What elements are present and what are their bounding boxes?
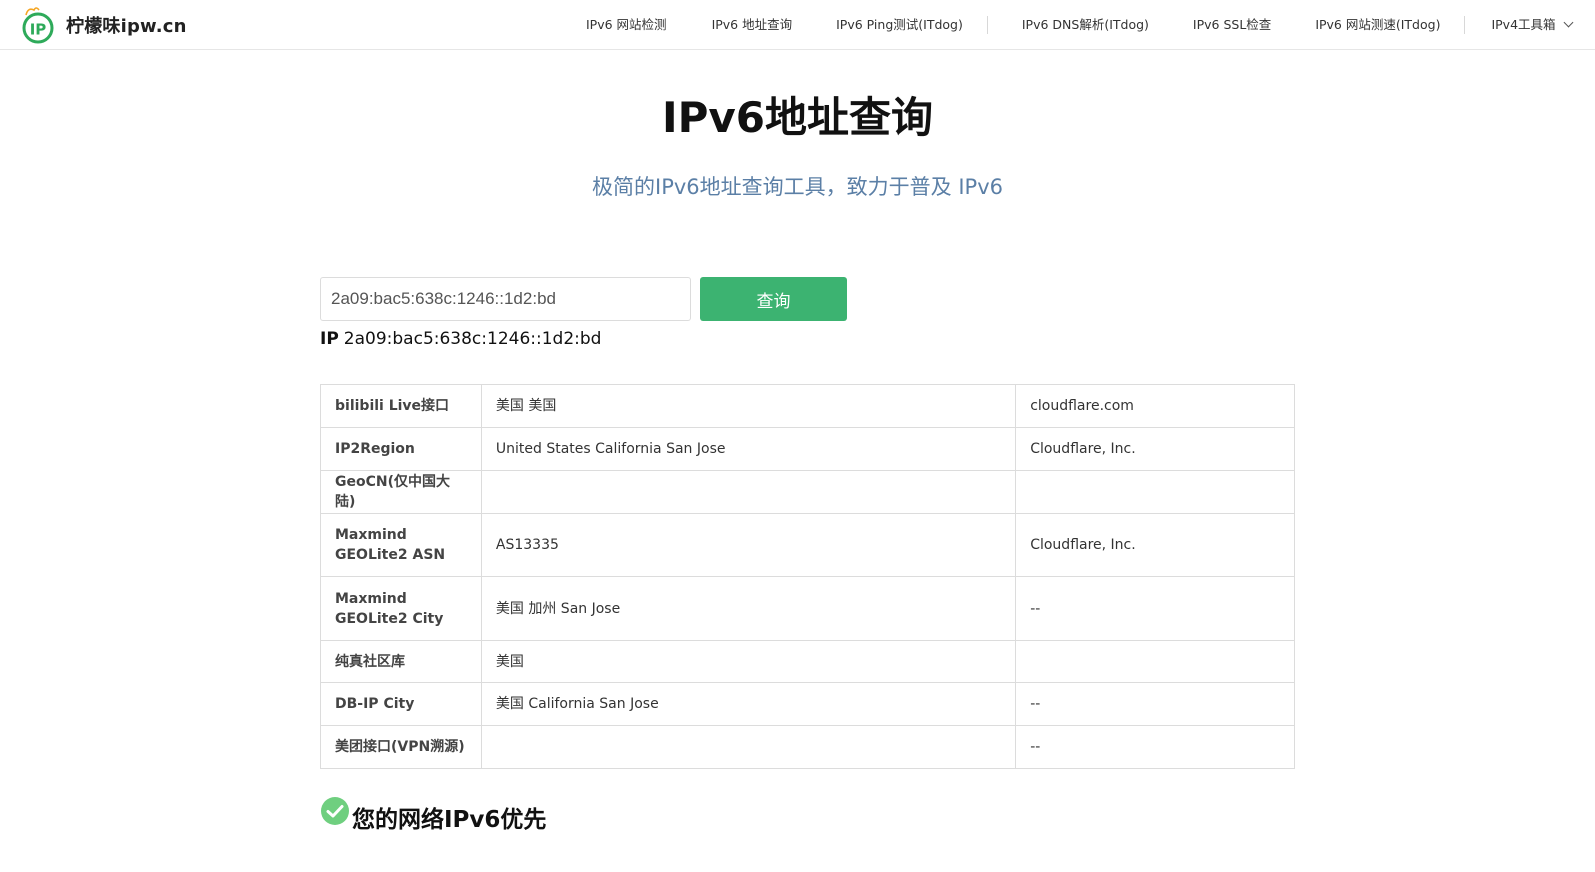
source-cell: GeoCN(仅中国大陆) <box>320 470 482 514</box>
source-cell: 纯真社区库 <box>320 640 482 683</box>
org-cell: Cloudflare, Inc. <box>1015 513 1295 577</box>
table-row: DB-IP City 美国 California San Jose -- <box>320 682 1295 726</box>
chevron-down-icon <box>1563 17 1573 28</box>
location-cell: 美国 加州 San Jose <box>480 576 1017 641</box>
nav-ipv6-ssl-check[interactable]: IPv6 SSL检查 <box>1193 0 1271 50</box>
source-cell: Maxmind GEOLite2 City <box>320 576 482 641</box>
top-navbar: IP 柠檬味ipw.cn IPv6 网站检测 IPv6 地址查询 IPv6 Pi… <box>0 0 1595 50</box>
nav-ipv6-dns-resolve[interactable]: IPv6 DNS解析(ITdog) <box>1022 0 1149 50</box>
org-cell: Cloudflare, Inc. <box>1015 427 1295 471</box>
geo-results-table: bilibili Live接口 美国 美国 cloudflare.com IP2… <box>320 384 1295 769</box>
ipv6-priority-status: 您的网络IPv6优先 <box>320 795 546 834</box>
location-cell: 美国 美国 <box>480 384 1017 428</box>
nav-divider <box>986 16 988 34</box>
page-title: IPv6地址查询 <box>661 93 933 142</box>
org-cell <box>1015 640 1295 683</box>
source-cell: DB-IP City <box>320 682 482 726</box>
ip-result-value: 2a09:bac5:638c:1246::1d2:bd <box>343 329 602 349</box>
table-row: Maxmind GEOLite2 City 美国 加州 San Jose -- <box>320 576 1295 641</box>
nav-ipv6-speed-test[interactable]: IPv6 网站测速(ITdog) <box>1315 0 1440 50</box>
location-cell: 美国 <box>480 640 1017 683</box>
table-row: 美团接口(VPN溯源) -- <box>320 725 1295 769</box>
source-cell: IP2Region <box>320 427 482 471</box>
location-cell <box>480 725 1017 769</box>
location-cell: 美国 California San Jose <box>480 682 1017 726</box>
logo-text: IP <box>30 21 47 39</box>
table-row: IP2Region United States California San J… <box>320 427 1295 471</box>
site-logo[interactable]: IP <box>20 6 56 44</box>
source-cell: bilibili Live接口 <box>320 384 482 428</box>
ip-result-line: IP 2a09:bac5:638c:1246::1d2:bd <box>320 329 601 349</box>
location-cell: AS13335 <box>480 513 1017 577</box>
location-cell <box>480 470 1017 514</box>
query-button[interactable]: 查询 <box>700 277 847 321</box>
nav-divider <box>1464 16 1466 34</box>
table-row: Maxmind GEOLite2 ASN AS13335 Cloudflare,… <box>320 513 1295 577</box>
table-row: bilibili Live接口 美国 美国 cloudflare.com <box>320 384 1295 428</box>
ipv6-priority-text: 您的网络IPv6优先 <box>352 807 547 833</box>
ip-search-input[interactable] <box>320 277 691 321</box>
org-cell <box>1015 470 1295 514</box>
table-row: GeoCN(仅中国大陆) <box>320 470 1295 514</box>
source-cell: 美团接口(VPN溯源) <box>320 725 482 769</box>
ip-logo-icon: IP <box>22 7 54 44</box>
nav-ipv4-toolbox-label: IPv4工具箱 <box>1491 17 1556 32</box>
table-row: 纯真社区库 美国 <box>320 640 1295 683</box>
nav-ipv6-site-check[interactable]: IPv6 网站检测 <box>586 0 667 50</box>
main-nav: IPv6 网站检测 IPv6 地址查询 IPv6 Ping测试(ITdog) I… <box>586 0 1573 50</box>
location-cell: United States California San Jose <box>480 427 1017 471</box>
source-cell: Maxmind GEOLite2 ASN <box>320 513 482 577</box>
ip-result-label: IP <box>320 329 339 349</box>
nav-ipv6-address-lookup[interactable]: IPv6 地址查询 <box>712 0 793 50</box>
page-subtitle: 极简的IPv6地址查询工具，致力于普及 IPv6 <box>592 175 1003 199</box>
nav-ipv6-ping-test[interactable]: IPv6 Ping测试(ITdog) <box>836 0 963 50</box>
brand-name[interactable]: 柠檬味ipw.cn <box>66 12 187 38</box>
org-cell: -- <box>1015 682 1295 726</box>
org-cell: -- <box>1015 576 1295 641</box>
org-cell: cloudflare.com <box>1015 384 1295 428</box>
check-circle-icon <box>321 797 349 825</box>
nav-ipv4-toolbox-dropdown[interactable]: IPv4工具箱 <box>1491 0 1573 50</box>
org-cell: -- <box>1015 725 1295 769</box>
